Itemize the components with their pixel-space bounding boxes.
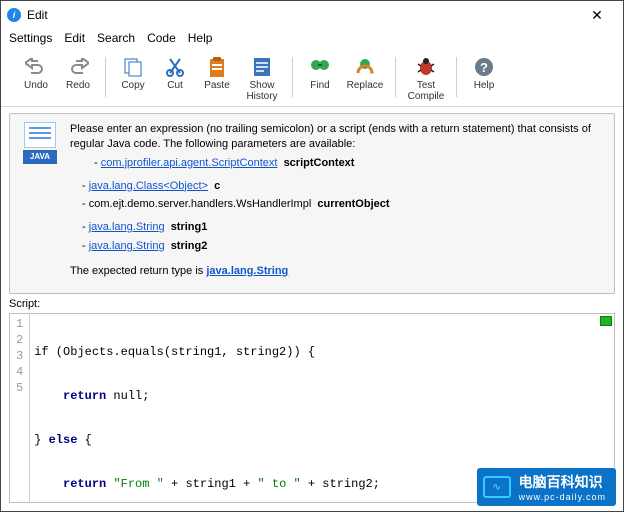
paste-icon bbox=[205, 55, 229, 79]
test-compile-label: Test Compile bbox=[408, 81, 445, 102]
help-icon: ? bbox=[472, 55, 496, 79]
history-label: Show History bbox=[246, 81, 277, 102]
find-button[interactable]: Find bbox=[299, 53, 341, 92]
param-name: currentObject bbox=[317, 198, 389, 210]
cut-button[interactable]: Cut bbox=[154, 53, 196, 92]
script-editor[interactable]: 1 2 3 4 5 if (Objects.equals(string1, st… bbox=[9, 313, 615, 503]
copy-icon bbox=[121, 55, 145, 79]
edit-window: i Edit ✕ Settings Edit Search Code Help … bbox=[0, 0, 624, 512]
status-ok-marker bbox=[600, 316, 612, 326]
window-title: Edit bbox=[27, 8, 577, 22]
replace-icon bbox=[353, 55, 377, 79]
menu-help[interactable]: Help bbox=[188, 31, 213, 45]
param-name: string2 bbox=[171, 240, 208, 252]
menu-code[interactable]: Code bbox=[147, 31, 176, 45]
toolbar: Undo Redo Copy Cut bbox=[1, 49, 623, 107]
param-type-link[interactable]: java.lang.String bbox=[89, 240, 165, 252]
script-label: Script: bbox=[1, 298, 623, 313]
copy-button[interactable]: Copy bbox=[112, 53, 154, 92]
undo-button[interactable]: Undo bbox=[15, 53, 57, 92]
redo-label: Redo bbox=[66, 81, 90, 92]
cut-icon bbox=[163, 55, 187, 79]
param-type-link[interactable]: com.jprofiler.api.agent.ScriptContext bbox=[101, 157, 278, 169]
undo-icon bbox=[24, 55, 48, 79]
bug-icon bbox=[414, 55, 438, 79]
close-button[interactable]: ✕ bbox=[577, 7, 617, 24]
app-icon: i bbox=[7, 8, 21, 22]
info-lead: Please enter an expression (no trailing … bbox=[70, 122, 604, 152]
info-text: Please enter an expression (no trailing … bbox=[70, 122, 604, 283]
redo-button[interactable]: Redo bbox=[57, 53, 99, 92]
help-button[interactable]: ? Help bbox=[463, 53, 505, 92]
param-type-link[interactable]: java.lang.String bbox=[89, 221, 165, 233]
replace-button[interactable]: Replace bbox=[341, 53, 389, 92]
find-label: Find bbox=[310, 81, 329, 92]
show-history-button[interactable]: Show History bbox=[238, 53, 286, 102]
help-label: Help bbox=[474, 81, 495, 92]
code-area[interactable]: if (Objects.equals(string1, string2)) { … bbox=[30, 314, 614, 502]
menu-settings[interactable]: Settings bbox=[9, 31, 52, 45]
param-name: string1 bbox=[171, 221, 208, 233]
param-name: c bbox=[214, 180, 220, 192]
param-type: com.ejt.demo.server.handlers.WsHandlerIm… bbox=[89, 198, 312, 210]
test-compile-button[interactable]: Test Compile bbox=[402, 53, 450, 102]
menubar: Settings Edit Search Code Help bbox=[1, 29, 623, 49]
history-icon bbox=[250, 55, 274, 79]
svg-text:?: ? bbox=[480, 60, 488, 75]
return-type-link[interactable]: java.lang.String bbox=[206, 265, 288, 277]
menu-search[interactable]: Search bbox=[97, 31, 135, 45]
info-panel: JAVA Please enter an expression (no trai… bbox=[9, 113, 615, 294]
java-badge-icon: JAVA bbox=[20, 122, 60, 283]
param-name: scriptContext bbox=[284, 157, 355, 169]
paste-button[interactable]: Paste bbox=[196, 53, 238, 92]
find-icon bbox=[308, 55, 332, 79]
copy-label: Copy bbox=[121, 81, 144, 92]
line-gutter: 1 2 3 4 5 bbox=[10, 314, 30, 502]
replace-label: Replace bbox=[347, 81, 384, 92]
titlebar: i Edit ✕ bbox=[1, 1, 623, 29]
redo-icon bbox=[66, 55, 90, 79]
menu-edit[interactable]: Edit bbox=[64, 31, 85, 45]
paste-label: Paste bbox=[204, 81, 230, 92]
undo-label: Undo bbox=[24, 81, 48, 92]
param-type-link[interactable]: java.lang.Class<Object> bbox=[89, 180, 208, 192]
return-type-pre: The expected return type is bbox=[70, 265, 206, 277]
cut-label: Cut bbox=[167, 81, 183, 92]
